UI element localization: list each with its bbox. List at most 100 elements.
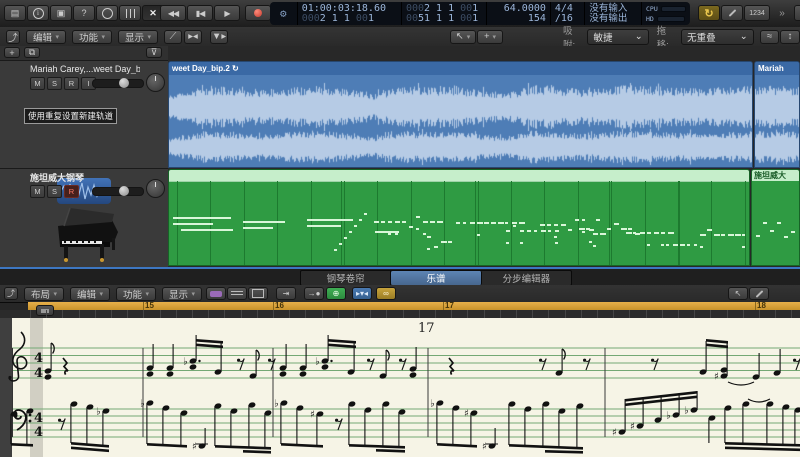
score-bar-number: 16 — [275, 301, 284, 310]
volume-slider[interactable] — [92, 187, 144, 196]
score-menu[interactable]: 功能▾ — [116, 287, 156, 301]
tuner-icon[interactable] — [96, 5, 118, 21]
waveform-zoom-icon[interactable]: ≈ — [760, 30, 780, 44]
score-pencil-tool[interactable] — [749, 287, 769, 300]
link-icon[interactable]: ∞ — [376, 287, 396, 300]
tracks-menu[interactable]: 显示▾ — [118, 30, 158, 44]
list-editors-button[interactable]: ≡ — [794, 5, 800, 21]
lcd-input-status: 没有输入 — [589, 4, 637, 14]
svg-text:♯: ♯ — [464, 409, 469, 420]
back-arrow-icon[interactable]: ⤴ — [4, 287, 18, 300]
svg-text:♭: ♭ — [684, 406, 689, 417]
cycle-button[interactable]: ↻ — [698, 5, 720, 21]
svg-text:17: 17 — [418, 321, 435, 336]
lcd-settings-cell: ⚙ — [270, 2, 298, 25]
audio-region-2[interactable]: Mariah — [754, 61, 800, 168]
audio-region[interactable]: weet Day_bip.2 ↻ — [168, 61, 753, 168]
tracks-menu[interactable]: 编辑▾ — [26, 30, 66, 44]
help-icon[interactable]: ? — [73, 5, 95, 21]
score-toolbar: ⤴ 布局▾ 编辑▾ 功能▾ 显示▾ ⇥ →● ⊕ ▸▾◂ ∞ ↖ — [0, 285, 800, 303]
svg-text:♭: ♭ — [430, 399, 435, 410]
mute-button[interactable]: M — [30, 77, 45, 90]
score-editor[interactable]: 444417♭♭♯♭♭♯♭♯♭♯♯♯♯♭♭ — [0, 318, 800, 457]
lcd-tempo: 64.0000 — [504, 4, 546, 14]
record-button[interactable] — [245, 5, 271, 21]
editor-tab-bar: 钢琴卷帘乐谱分步编辑器 — [0, 269, 800, 286]
track-header-piano[interactable]: 施坦威大钢琴 MSR — [0, 168, 168, 267]
tracks-menu[interactable]: 功能▾ — [72, 30, 112, 44]
play-button[interactable]: ▶ — [214, 5, 240, 21]
midi-region-2[interactable]: 施坦威大 — [751, 169, 800, 266]
tracks-toolbar: ⤴ 编辑▾功能▾显示▾ ⟋ ▸◂ ▼▸ ↖▾ +▾ 吸附: 敏捷⌄ 拖移: 无重… — [0, 27, 800, 47]
record-enable-button[interactable]: R — [64, 77, 79, 90]
control-bar: ▤i▣?✕ ◀◀▮◀▶ ⚙ 01:00:03:18.60 0002 1 1 00… — [0, 0, 800, 28]
logic-pro-window: ▤i▣?✕ ◀◀▮◀▶ ⚙ 01:00:03:18.60 0002 1 1 00… — [0, 0, 800, 457]
grand-piano-image — [40, 198, 128, 267]
svg-text:4: 4 — [34, 411, 43, 426]
indent-icon[interactable]: ⇥ — [276, 287, 296, 300]
vertical-zoom-icon[interactable]: ↕ — [780, 30, 800, 44]
midi-in-activity-button[interactable] — [36, 305, 54, 316]
overflow-chevrons[interactable]: » — [771, 5, 793, 21]
tab-分步编辑器[interactable]: 分步编辑器 — [482, 271, 571, 285]
svg-text:♭: ♭ — [183, 357, 188, 368]
add-track-button[interactable]: + — [4, 47, 20, 58]
crosshair-tool-button[interactable]: +▾ — [477, 30, 503, 44]
lcd-display[interactable]: ⚙ 01:00:03:18.60 0002 1 1 001 0002 1 1 0… — [270, 2, 690, 25]
drag-dropdown[interactable]: 无重叠⌄ — [681, 29, 754, 45]
volume-slider[interactable] — [92, 79, 144, 88]
lcd-output-status: 没有输出 — [589, 14, 637, 24]
duplicate-track-button[interactable]: ⧉ — [24, 47, 40, 58]
devices-icon[interactable]: ▤ — [4, 5, 26, 21]
lcd-playhead: 0051 1 1 001 — [406, 14, 483, 24]
lcd-tempo-cell: 64.0000 154 — [487, 2, 550, 25]
snap-dropdown[interactable]: 敏捷⌄ — [587, 29, 648, 45]
record-enable-button[interactable]: R — [64, 185, 79, 198]
view-mode-purple-button[interactable] — [206, 287, 226, 300]
gear-icon[interactable]: ⚙ — [280, 9, 287, 19]
pan-knob[interactable] — [146, 179, 165, 198]
score-menu[interactable]: 显示▾ — [162, 287, 202, 301]
score-pointer-tool[interactable]: ↖ — [728, 287, 748, 300]
midi-region[interactable] — [168, 169, 750, 266]
view-mode-lines-button[interactable] — [227, 287, 247, 300]
event-filter-icon[interactable]: ▸▾◂ — [352, 287, 372, 300]
autopunch-button[interactable] — [721, 5, 743, 21]
pan-knob[interactable] — [146, 73, 165, 92]
score-bar-number: 15 — [145, 301, 154, 310]
score-menu[interactable]: 布局▾ — [24, 287, 64, 301]
automation-icon[interactable]: ⟋ — [164, 30, 182, 44]
svg-text:♯: ♯ — [714, 372, 719, 383]
inspector-icon[interactable]: i — [27, 5, 49, 21]
filter-icon[interactable]: ▼▸ — [210, 30, 228, 44]
mixer-icon[interactable] — [119, 5, 141, 21]
display-icon[interactable]: ▣ — [50, 5, 72, 21]
track-header-options-button[interactable]: ⊽ — [146, 47, 162, 58]
lcd-position-cell: 0002 1 1 001 0051 1 1 001 — [402, 2, 488, 25]
solo-button[interactable]: S — [47, 77, 62, 90]
svg-text:4: 4 — [34, 366, 43, 381]
lcd-position: 0002 1 1 001 — [302, 14, 397, 24]
svg-text:♯: ♯ — [630, 422, 635, 433]
track-name[interactable]: Mariah Carey,...weet Day_bip — [30, 64, 140, 74]
cpu-meter: CPU — [646, 4, 686, 14]
tab-钢琴卷帘[interactable]: 钢琴卷帘 — [301, 271, 391, 285]
mute-button[interactable]: M — [30, 185, 45, 198]
rewind-button[interactable]: ◀◀ — [160, 5, 186, 21]
pointer-tool-button[interactable]: ↖▾ — [450, 30, 476, 44]
midi-out-icon[interactable]: ⊕ — [326, 287, 346, 300]
solo-button[interactable]: S — [47, 185, 62, 198]
view-mode-page-button[interactable] — [248, 287, 268, 300]
back-arrow-icon[interactable]: ⤴ — [6, 30, 20, 44]
track-name[interactable]: 施坦威大钢琴 — [30, 171, 140, 184]
tooltip: 使用重复设置新建轨道 — [24, 108, 117, 124]
track-header-panel: + ⧉ ⊽ Mariah Carey,...weet Day_bip MSRI … — [0, 46, 169, 267]
count-in-button[interactable]: 1234 — [744, 5, 770, 21]
crossfade-icon[interactable]: ▸◂ — [184, 30, 202, 44]
svg-text:♭: ♭ — [315, 357, 320, 368]
region-name: weet Day_bip.2 — [172, 64, 230, 73]
tab-score-active[interactable]: 乐谱 — [391, 271, 481, 285]
score-menu[interactable]: 编辑▾ — [70, 287, 110, 301]
midi-in-icon[interactable]: →● — [304, 287, 324, 300]
go-to-start-button[interactable]: ▮◀ — [187, 5, 213, 21]
